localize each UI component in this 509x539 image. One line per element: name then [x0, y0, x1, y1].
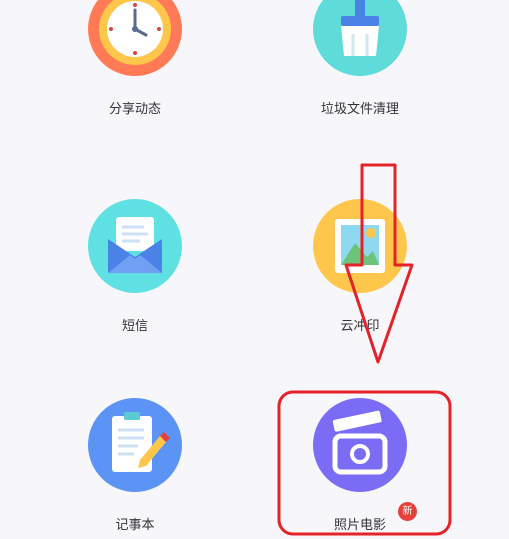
tile-cloud-print[interactable]: 云冲印: [280, 199, 440, 334]
tile-label-share: 分享动态: [108, 102, 161, 117]
tile-label-cleanup: 垃圾文件清理: [320, 102, 399, 117]
tile-share[interactable]: 分享动态: [55, 0, 215, 117]
clapperboard-icon: [313, 398, 407, 492]
tile-sms[interactable]: 短信: [55, 199, 215, 334]
brush-icon: [313, 0, 407, 76]
tile-photo-movie[interactable]: 照片电影 新: [280, 398, 440, 533]
tile-cleanup[interactable]: 垃圾文件清理: [280, 0, 440, 117]
tile-label-photo-movie: 照片电影: [333, 518, 386, 533]
tile-label-sms: 短信: [121, 319, 148, 334]
clipboard-pencil-icon: [88, 398, 182, 492]
envelope-icon: [88, 199, 182, 293]
tile-label-cloud-print: 云冲印: [340, 319, 380, 334]
clock-icon: [88, 0, 182, 76]
new-badge: 新: [398, 502, 417, 521]
tile-notepad[interactable]: 记事本: [55, 398, 215, 533]
photo-frame-icon: [313, 199, 407, 293]
app-grid: 分享动态 垃圾文件清理 短信 云冲印 记事本 照片电影 新: [0, 0, 509, 539]
tile-label-notepad: 记事本: [115, 518, 155, 533]
